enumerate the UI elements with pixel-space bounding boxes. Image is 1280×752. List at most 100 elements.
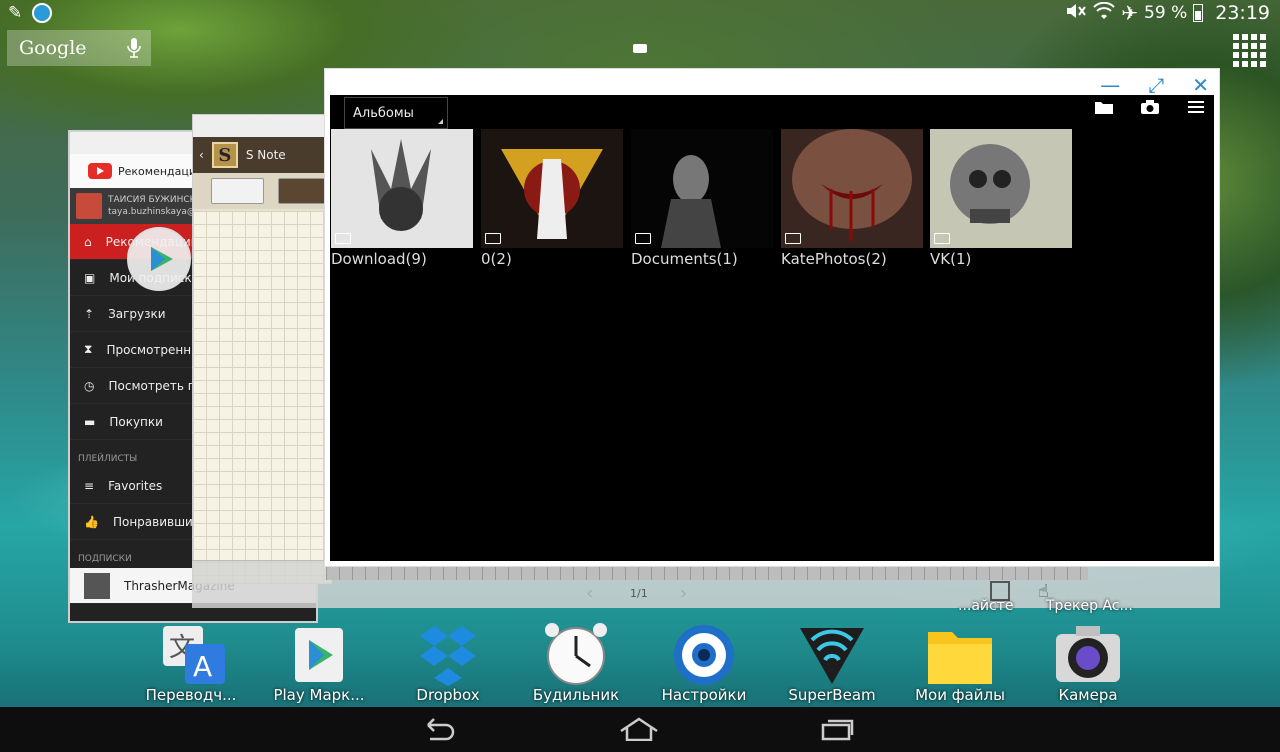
play-store-floating-icon[interactable] bbox=[127, 227, 191, 291]
dock-app-camera[interactable]: Камера bbox=[1033, 622, 1143, 704]
home-button-icon[interactable] bbox=[618, 717, 660, 745]
page-indicator bbox=[633, 44, 647, 53]
apps-grid-dot bbox=[1233, 34, 1239, 40]
clock: 23:19 bbox=[1215, 2, 1270, 24]
dock-app-dropbox[interactable]: Dropbox bbox=[393, 622, 503, 704]
camera-icon[interactable] bbox=[1140, 99, 1160, 119]
dock-label: Камера bbox=[1058, 686, 1118, 704]
back-chevron-icon[interactable]: ‹ bbox=[199, 148, 204, 162]
new-folder-icon[interactable] bbox=[1094, 99, 1114, 119]
pencil-icon: ✎ bbox=[8, 3, 23, 23]
airplane-mode-icon: ✈ bbox=[1121, 1, 1139, 25]
tag-icon: ▬ bbox=[84, 414, 96, 429]
apps-grid-dot bbox=[1251, 43, 1257, 49]
snote-toolbar: ‹ S S Note bbox=[193, 137, 331, 173]
snote-canvas[interactable] bbox=[193, 211, 331, 583]
avatar bbox=[76, 193, 102, 219]
dock-label: Настройки bbox=[661, 686, 747, 704]
apps-grid-dot bbox=[1242, 61, 1248, 67]
apps-grid-dot bbox=[1260, 61, 1266, 67]
minimize-icon[interactable]: — bbox=[1100, 73, 1120, 97]
maximize-icon[interactable]: ⤢ bbox=[1148, 73, 1164, 97]
alarm-clock-icon bbox=[540, 622, 612, 688]
apps-grid-dot bbox=[1242, 43, 1248, 49]
dock-app-my-files[interactable]: Мои файлы bbox=[905, 622, 1015, 704]
dock-app-superbeam[interactable]: SuperBeam bbox=[777, 622, 887, 704]
apps-grid-dot bbox=[1260, 34, 1266, 40]
folder-icon bbox=[924, 622, 996, 688]
list-icon: ≡ bbox=[84, 478, 95, 493]
prev-page-icon[interactable]: ‹ bbox=[586, 583, 593, 604]
dock-app-play-store[interactable]: Play Марк... bbox=[264, 622, 374, 704]
snote-app-icon: S bbox=[211, 142, 238, 168]
dock-label: Переводч... bbox=[145, 686, 237, 704]
dock-label-partial: ...айсте bbox=[958, 598, 1014, 614]
album-name: Download(9) bbox=[331, 250, 427, 268]
gallery-window[interactable]: — ⤢ ✕ Альбомы Download(9) 0(2) Documents… bbox=[324, 68, 1220, 567]
selection-tool-button[interactable] bbox=[211, 178, 264, 204]
account-email: taya.buzhinskaya@ bbox=[108, 207, 196, 217]
snote-title: S Note bbox=[245, 148, 286, 162]
album-0[interactable]: 0(2) bbox=[481, 129, 623, 268]
channel-avatar bbox=[84, 572, 110, 599]
dock-label: SuperBeam bbox=[788, 686, 876, 704]
album-name: Documents(1) bbox=[631, 250, 738, 268]
album-thumbnail bbox=[331, 129, 473, 248]
upload-icon: ⇡ bbox=[84, 306, 95, 321]
apps-grid-dot bbox=[1260, 43, 1266, 49]
apps-grid-dot bbox=[1242, 34, 1248, 40]
apps-grid-dot bbox=[1251, 61, 1257, 67]
google-label: Google bbox=[19, 37, 87, 59]
clock-icon: ◷ bbox=[84, 378, 95, 393]
album-vk[interactable]: VK(1) bbox=[930, 129, 1072, 268]
dock-label-partial: Трекер Ac... bbox=[1046, 598, 1133, 614]
album-katephotos[interactable]: KatePhotos(2) bbox=[781, 129, 923, 268]
navigation-bar bbox=[0, 707, 1280, 752]
album-thumbnail bbox=[481, 129, 623, 248]
apps-grid-dot bbox=[1233, 61, 1239, 67]
dock-label: Мои файлы bbox=[915, 686, 1005, 704]
dropbox-icon bbox=[412, 622, 484, 688]
albums-dropdown[interactable]: Альбомы bbox=[344, 97, 448, 129]
camera-app-icon bbox=[1052, 622, 1124, 688]
snote-window[interactable]: ‹ S S Note bbox=[192, 114, 332, 584]
dock-label: Play Марк... bbox=[273, 686, 365, 704]
translate-icon: 文A bbox=[155, 622, 227, 688]
google-search-widget[interactable]: Google bbox=[7, 30, 151, 66]
youtube-tab-label: Рекомендации bbox=[118, 164, 204, 178]
album-download[interactable]: Download(9) bbox=[331, 129, 473, 268]
snote-window-header[interactable] bbox=[193, 115, 331, 137]
apps-grid-dot bbox=[1233, 43, 1239, 49]
apps-grid-dot bbox=[1251, 52, 1257, 58]
album-documents[interactable]: Documents(1) bbox=[631, 129, 773, 268]
home-icon: ⌂ bbox=[84, 234, 92, 249]
next-page-icon[interactable]: › bbox=[680, 583, 687, 604]
recent-apps-icon[interactable] bbox=[820, 717, 856, 745]
svg-text:A: A bbox=[193, 650, 212, 683]
wifi-icon bbox=[1093, 1, 1115, 25]
page-number: 1/1 bbox=[630, 587, 648, 600]
subscriptions-icon: ▣ bbox=[84, 270, 96, 285]
close-icon[interactable]: ✕ bbox=[1192, 73, 1209, 97]
notification-app-icon bbox=[32, 3, 53, 23]
album-name: 0(2) bbox=[481, 250, 512, 268]
back-icon[interactable] bbox=[420, 717, 456, 745]
album-thumbnail bbox=[930, 129, 1072, 248]
mute-icon bbox=[1065, 2, 1087, 25]
youtube-logo-icon bbox=[88, 163, 112, 179]
hourglass-icon: ⧗ bbox=[84, 342, 93, 356]
apps-grid-dot bbox=[1260, 52, 1266, 58]
microphone-icon[interactable] bbox=[127, 37, 141, 64]
menu-icon[interactable] bbox=[1186, 99, 1206, 119]
album-thumbnail bbox=[781, 129, 923, 248]
thumbs-up-icon: 👍 bbox=[84, 514, 99, 529]
dock-label: Dropbox bbox=[416, 686, 480, 704]
superbeam-icon bbox=[796, 622, 868, 688]
album-name: VK(1) bbox=[930, 250, 972, 268]
apps-grid-icon[interactable] bbox=[1231, 32, 1267, 68]
dock-app-translate[interactable]: 文A Переводч... bbox=[136, 622, 246, 704]
play-store-icon bbox=[283, 622, 355, 688]
dock-label: Будильник bbox=[532, 686, 620, 704]
dock-app-alarm[interactable]: Будильник bbox=[521, 622, 631, 704]
dock-app-settings[interactable]: Настройки bbox=[649, 622, 759, 704]
